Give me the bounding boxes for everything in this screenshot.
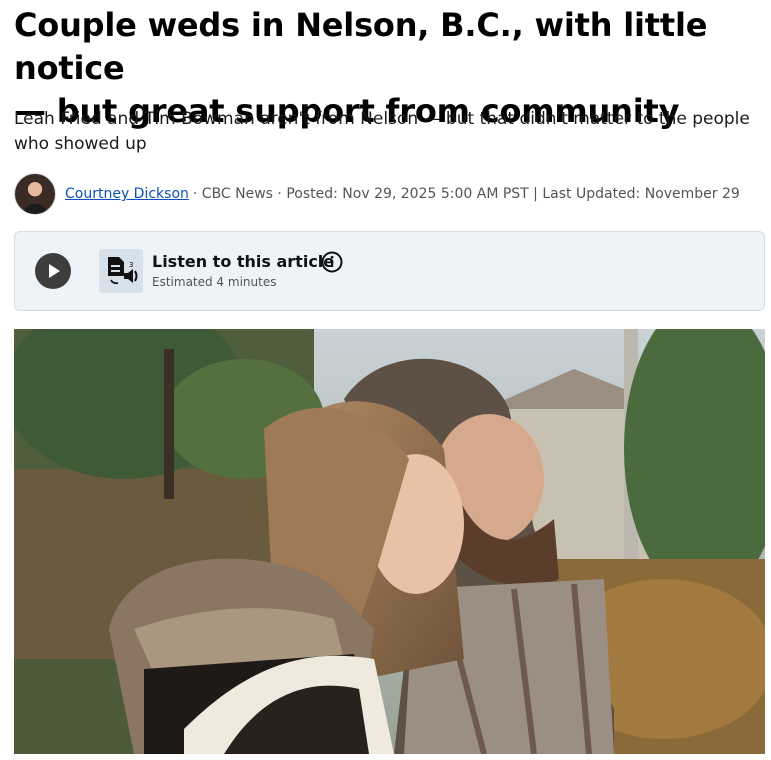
byline: Courtney Dickson · CBC News · Posted: No… [14,173,740,215]
text-to-speech-icon: 3 [99,249,143,293]
author-avatar[interactable] [14,173,56,215]
article-hero-image [14,329,765,754]
headline-line-1: Couple weds in Nelson, B.C., with little… [14,6,708,87]
listen-title: Listen to this article [152,252,335,271]
article-deck: Leah Fried and Tim Bowman aren't from Ne… [14,107,759,157]
listen-to-article-panel: 3 Listen to this article Estimated 4 min… [14,231,765,311]
author-link[interactable]: Courtney Dickson [65,186,189,202]
deck-line-1: Leah Fried and Tim Bowman aren't from Ne… [14,109,750,129]
info-icon[interactable] [321,251,343,273]
play-button[interactable] [35,253,71,289]
listen-estimate: Estimated 4 minutes [152,275,277,289]
deck-line-2: who showed up [14,134,147,154]
byline-meta: · CBC News · Posted: Nov 29, 2025 5:00 A… [192,186,740,202]
svg-text:3: 3 [129,261,133,269]
